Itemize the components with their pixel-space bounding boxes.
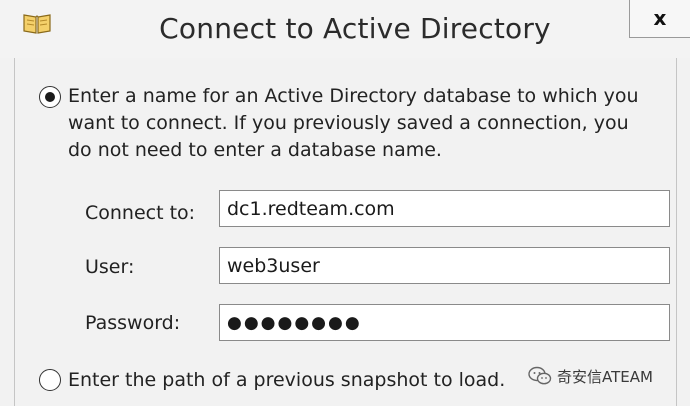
window-title: Connect to Active Directory bbox=[159, 12, 551, 45]
radio-database-name[interactable] bbox=[39, 86, 61, 108]
wechat-icon bbox=[528, 366, 552, 385]
radio-selected-dot bbox=[44, 91, 55, 102]
database-option-line: Enter a name for an Active Directory dat… bbox=[68, 85, 639, 107]
password-label: Password: bbox=[85, 312, 181, 334]
user-label: User: bbox=[85, 256, 135, 278]
dialog-body: Enter a name for an Active Directory dat… bbox=[15, 59, 676, 406]
close-button[interactable]: x bbox=[629, 0, 690, 38]
watermark: 奇安信ATEAM bbox=[528, 364, 653, 388]
radio-snapshot[interactable] bbox=[39, 369, 61, 391]
window-frame-right bbox=[676, 58, 677, 406]
snapshot-option-label: Enter the path of a previous snapshot to… bbox=[68, 369, 506, 391]
database-option-line: do not need to enter a database name. bbox=[68, 139, 442, 161]
database-option-text: Enter a name for an Active Directory dat… bbox=[68, 83, 639, 164]
database-option-line: want to connect. If you previously saved… bbox=[68, 112, 629, 134]
connect-to-label: Connect to: bbox=[85, 202, 196, 224]
close-icon: x bbox=[653, 5, 667, 30]
password-input[interactable] bbox=[219, 304, 670, 341]
user-input[interactable] bbox=[219, 247, 670, 284]
title-bar: Connect to Active Directory x bbox=[0, 0, 690, 58]
watermark-text: 奇安信ATEAM bbox=[557, 367, 653, 386]
connect-to-input[interactable] bbox=[219, 190, 670, 227]
